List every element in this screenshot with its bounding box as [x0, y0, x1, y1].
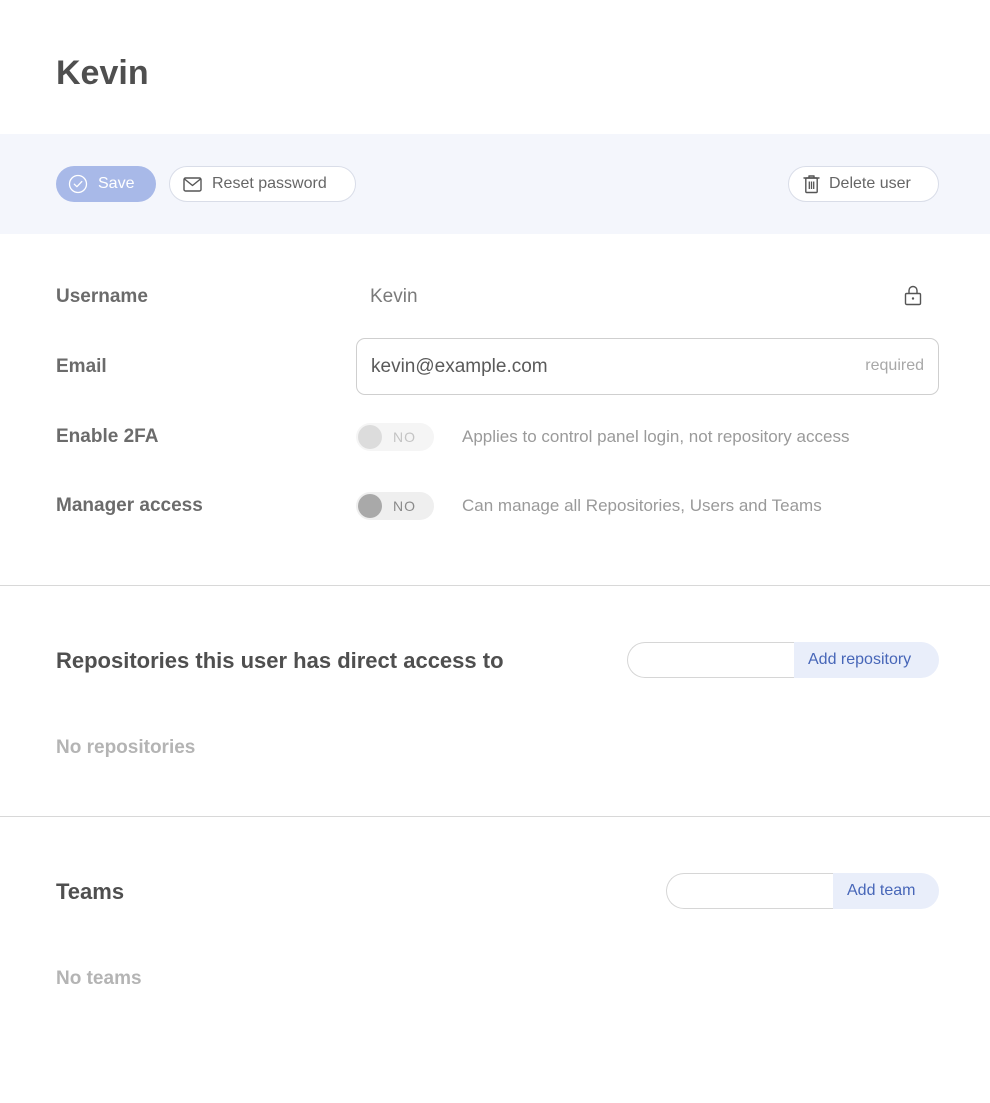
toggle-state-text: NO: [393, 429, 416, 445]
lock-icon: [904, 285, 922, 311]
toggle-state-text: NO: [393, 498, 416, 514]
reset-password-label: Reset password: [212, 175, 327, 192]
save-button[interactable]: Save: [56, 166, 156, 202]
team-search-input[interactable]: [666, 873, 833, 909]
trash-icon: [803, 174, 820, 194]
manager-access-hint: Can manage all Repositories, Users and T…: [462, 496, 822, 515]
envelope-icon: [183, 176, 202, 192]
toggle-knob: [358, 494, 382, 518]
repositories-empty-text: No repositories: [56, 737, 196, 758]
reset-password-button[interactable]: Reset password: [169, 166, 356, 202]
teams-section-title: Teams: [56, 879, 125, 904]
add-team-button[interactable]: Add team: [833, 873, 939, 909]
email-field-box: required: [356, 338, 939, 395]
add-repository-button[interactable]: Add repository: [794, 642, 939, 678]
username-label: Username: [56, 286, 148, 307]
manager-access-label: Manager access: [56, 495, 203, 516]
manager-access-toggle[interactable]: NO: [356, 492, 434, 520]
teams-empty-text: No teams: [56, 968, 142, 989]
check-circle-icon: [68, 174, 88, 194]
delete-user-label: Delete user: [829, 175, 911, 192]
section-divider: [0, 585, 990, 586]
email-label: Email: [56, 356, 107, 377]
user-edit-card: Kevin Save Reset password Delete user Us…: [0, 0, 990, 1103]
save-button-label: Save: [98, 175, 135, 192]
toggle-knob: [358, 425, 382, 449]
email-field[interactable]: [371, 339, 831, 394]
add-team-group: Add team: [666, 873, 939, 909]
repositories-section-title: Repositories this user has direct access…: [56, 648, 504, 673]
email-required-text: required: [865, 357, 924, 374]
enable-2fa-hint: Applies to control panel login, not repo…: [462, 427, 850, 446]
add-repository-group: Add repository: [627, 642, 939, 678]
action-toolbar: Save Reset password Delete user: [0, 134, 990, 234]
page-title: Kevin: [56, 54, 149, 92]
enable-2fa-label: Enable 2FA: [56, 426, 159, 447]
delete-user-button[interactable]: Delete user: [788, 166, 939, 202]
username-value: Kevin: [370, 286, 418, 307]
section-divider: [0, 816, 990, 817]
repository-search-input[interactable]: [627, 642, 794, 678]
enable-2fa-toggle[interactable]: NO: [356, 423, 434, 451]
